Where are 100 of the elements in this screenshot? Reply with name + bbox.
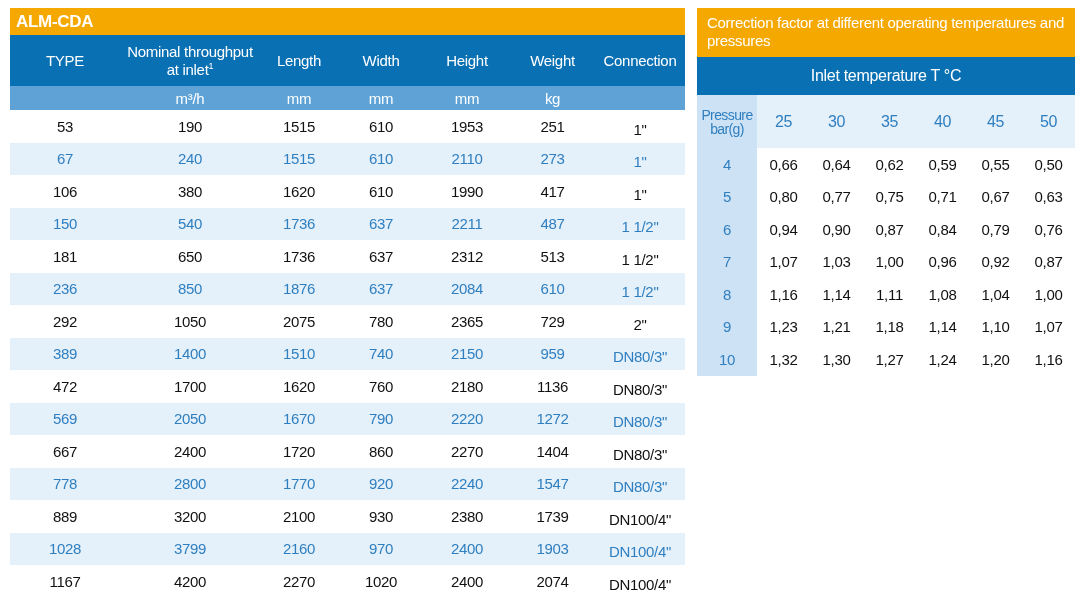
row-header: 10 [697, 343, 757, 376]
table-cell-text: 2100 [281, 506, 317, 527]
table-cell-text: 0,84 [927, 219, 958, 240]
row-header: 8 [697, 278, 757, 311]
table-cell-text: 1404 [535, 441, 570, 462]
table-cell-text: 1 1/2" [620, 249, 660, 270]
table-cell-text: 610 [367, 116, 395, 137]
table-cell-text: 1,07 [768, 252, 799, 273]
table-cell-text: 0,67 [980, 187, 1011, 208]
table-cell-text: 1620 [281, 376, 317, 397]
column-header: 40 [916, 95, 969, 148]
table-cell-text: 0,71 [927, 187, 958, 208]
table-cell-text: 1,10 [980, 317, 1011, 338]
unit-label: kg [543, 88, 562, 109]
table-cell-text: 0,90 [821, 219, 852, 240]
table-cell-text: 2380 [449, 506, 485, 527]
table-cell: 1770 [260, 467, 338, 500]
table-cell-text: 1,30 [821, 349, 852, 370]
table-cell: 970 [338, 532, 424, 565]
table-cell: 1515 [260, 142, 338, 175]
table-cell-text: 667 [51, 441, 79, 462]
table-cell: 1272 [510, 402, 595, 435]
table-cell: 850 [120, 272, 260, 305]
table-cell-text: 4200 [172, 571, 208, 592]
table-cell-text: 1" [632, 119, 648, 140]
table-cell-text: 380 [176, 181, 204, 202]
table-cell-text: 1,00 [874, 252, 905, 273]
table-cell-text: DN100/4" [607, 574, 673, 595]
column-header: 35 [863, 95, 916, 148]
table-cell: 2220 [424, 402, 510, 435]
row-header: 4 [697, 148, 757, 181]
table-cell: 2084 [424, 272, 510, 305]
table-cell: 2150 [424, 337, 510, 370]
table-cell-text: 2180 [449, 376, 485, 397]
table-cell: DN100/4" [595, 532, 685, 565]
table-cell: 2400 [424, 532, 510, 565]
table-cell-text: 1" [632, 184, 648, 205]
table-cell-text: 0,87 [874, 219, 905, 240]
table-cell: 1400 [120, 337, 260, 370]
column-header: Height [424, 35, 510, 86]
table-cell: 2800 [120, 467, 260, 500]
table-cell-text: 0,50 [1033, 154, 1064, 175]
table-cell-text: 1,21 [821, 317, 852, 338]
table-cell-text: 1050 [172, 311, 208, 332]
row-header: Pressure bar(g) [697, 95, 757, 148]
table-cell: 240 [120, 142, 260, 175]
table-cell-text: 0,63 [1033, 187, 1064, 208]
table-cell-text: 2365 [449, 311, 485, 332]
table-cell-text: 53 [55, 116, 75, 137]
table-cell: 2050 [120, 402, 260, 435]
table-cell-text: 292 [51, 311, 79, 332]
column-header: Connection [595, 35, 685, 86]
table-cell: DN80/3" [595, 467, 685, 500]
table-cell-text: 0,62 [874, 154, 905, 175]
table-cell: 1547 [510, 467, 595, 500]
row-header: 6 [697, 213, 757, 246]
table-cell-text: 1167 [48, 571, 82, 592]
table-cell-text: 0,75 [874, 187, 905, 208]
table-cell-text: 860 [367, 441, 395, 462]
table-cell: 389 [10, 337, 120, 370]
table-cell-text: 0,59 [927, 154, 958, 175]
table-cell-text: 2400 [172, 441, 208, 462]
table-cell-text: 1736 [281, 246, 317, 267]
unit-label: m³/h [174, 88, 206, 109]
table-cell: 3799 [120, 532, 260, 565]
table-cell-text: 181 [51, 246, 79, 267]
unit-label: mm [453, 88, 481, 109]
table-cell-text: 889 [51, 506, 79, 527]
table-cell: 920 [338, 467, 424, 500]
table-cell: 637 [338, 207, 424, 240]
table-cell: DN80/3" [595, 402, 685, 435]
table-cell-text: 1,16 [768, 284, 799, 305]
table-cell-text: 2270 [449, 441, 485, 462]
table-cell-text: 2074 [535, 571, 570, 592]
table-cell-text: DN100/4" [607, 509, 673, 530]
column-header: Length [260, 35, 338, 86]
table-cell: 150 [10, 207, 120, 240]
table-cell-text: 513 [539, 246, 566, 267]
table-cell-text: 610 [367, 181, 395, 202]
table-cell-text: 650 [176, 246, 204, 267]
column-header: 25 [757, 95, 810, 148]
table-cell-text: 472 [51, 376, 79, 397]
table-cell: 569 [10, 402, 120, 435]
table-cell: 2240 [424, 467, 510, 500]
table-cell: 236 [10, 272, 120, 305]
table-cell: 637 [338, 272, 424, 305]
table-cell-text: 0,76 [1033, 219, 1064, 240]
column-header: Width [338, 35, 424, 86]
table-cell: 610 [338, 142, 424, 175]
table-cell-text: 1136 [535, 376, 570, 397]
table-cell: 610 [510, 272, 595, 305]
table-cell-text: 1,32 [768, 349, 799, 370]
table-cell-text: 1990 [449, 181, 485, 202]
table-cell: 1 1/2" [595, 207, 685, 240]
table-cell-text: DN80/3" [611, 379, 669, 400]
table-cell-text: 1,27 [874, 349, 905, 370]
table-title: ALM-CDA [10, 8, 685, 35]
table-cell-text: 1,03 [821, 252, 852, 273]
table-cell: 1 1/2" [595, 272, 685, 305]
column-header: Inlet temperature T °C [697, 57, 1075, 95]
